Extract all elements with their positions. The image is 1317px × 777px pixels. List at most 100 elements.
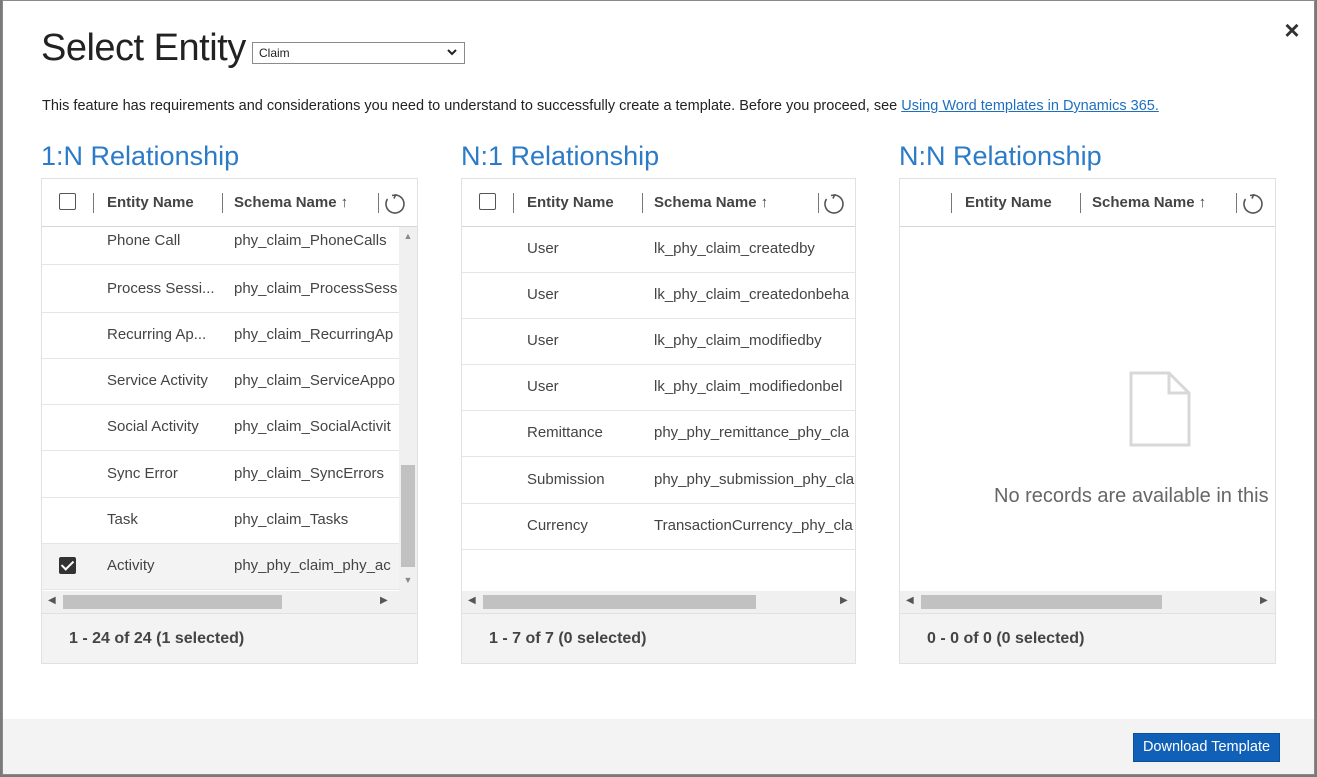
table-row[interactable]: Submission phy_phy_submission_phy_cla: [462, 458, 855, 504]
table-row[interactable]: Currency TransactionCurrency_phy_cla: [462, 504, 855, 550]
scroll-left-icon[interactable]: ◀: [48, 595, 56, 606]
horizontal-scrollbar[interactable]: ◀ ▶: [900, 591, 1275, 613]
schema-name-cell: phy_claim_Tasks: [234, 511, 349, 528]
column-divider: [642, 193, 643, 213]
sort-ascending-icon: ↑: [1198, 194, 1207, 211]
schema-name-cell: phy_claim_RecurringAp: [234, 326, 394, 343]
entity-name-cell: Sync Error: [107, 465, 178, 482]
schema-name-cell: lk_phy_claim_createdby: [654, 240, 815, 257]
chevron-down-icon: [446, 45, 458, 62]
table-row[interactable]: Activity phy_phy_claim_phy_ac: [42, 544, 399, 590]
record-count: 1 - 24 of 24 (1 selected): [69, 630, 245, 647]
table-row[interactable]: Remittance phy_phy_remittance_phy_cla: [462, 411, 855, 457]
grid-rows: Phone Call phy_claim_PhoneCalls Process Se…: [42, 227, 399, 591]
info-message: This feature has requirements and consid…: [42, 98, 902, 114]
scroll-left-icon[interactable]: ◀: [468, 595, 476, 606]
schema-name-header-label: Schema Name: [654, 194, 757, 211]
table-row[interactable]: Recurring Ap... phy_claim_RecurringAp: [42, 313, 399, 359]
panel-title: N:1 Relationship: [461, 141, 660, 171]
one-to-many-grid: Entity Name Schema Name ↑ Phone Call phy_c…: [41, 178, 418, 664]
grid-footer: 1 - 24 of 24 (1 selected): [42, 613, 417, 663]
table-row[interactable]: Service Activity phy_claim_ServiceAppo: [42, 359, 399, 405]
entity-name-cell: Submission: [527, 471, 605, 488]
entity-select[interactable]: Claim: [252, 42, 465, 64]
schema-name-cell: lk_phy_claim_modifiedby: [654, 332, 822, 349]
scrollbar-thumb[interactable]: [63, 595, 282, 609]
schema-name-header-label: Schema Name: [1092, 194, 1195, 211]
table-row[interactable]: User lk_phy_claim_modifiedonbel: [462, 365, 855, 411]
grid-header: Entity Name Schema Name ↑: [462, 179, 855, 227]
document-icon: [1129, 371, 1191, 447]
entity-name-cell: User: [527, 378, 559, 395]
scroll-right-icon[interactable]: ▶: [380, 595, 388, 606]
schema-name-header[interactable]: Schema Name ↑: [1092, 194, 1206, 211]
entity-name-cell: Currency: [527, 517, 588, 534]
entity-name-cell: User: [527, 332, 559, 349]
refresh-icon[interactable]: [384, 193, 406, 215]
table-row[interactable]: Social Activity phy_claim_SocialActivit: [42, 405, 399, 451]
scrollbar-thumb[interactable]: [483, 595, 756, 609]
horizontal-scrollbar[interactable]: ◀ ▶: [462, 591, 855, 613]
scroll-right-icon[interactable]: ▶: [840, 595, 848, 606]
entity-name-cell: Remittance: [527, 424, 603, 441]
many-to-many-panel: N:N Relationship Entity Name Schema Name…: [899, 141, 1276, 664]
close-icon[interactable]: ×: [1281, 17, 1303, 43]
refresh-icon[interactable]: [823, 193, 845, 215]
empty-message: No records are available in this: [994, 485, 1269, 507]
entity-name-header[interactable]: Entity Name: [527, 194, 614, 211]
column-divider: [1236, 193, 1237, 213]
scrollbar-thumb[interactable]: [921, 595, 1162, 609]
dialog-footer: Download Template: [3, 719, 1314, 774]
row-checkbox[interactable]: [59, 557, 76, 574]
schema-name-cell: phy_phy_claim_phy_ac: [234, 557, 391, 574]
select-all-checkbox[interactable]: [59, 193, 76, 210]
column-divider: [818, 193, 819, 213]
table-row[interactable]: User lk_phy_claim_createdby: [462, 227, 855, 273]
table-row[interactable]: Sync Error phy_claim_SyncErrors: [42, 452, 399, 498]
entity-name-cell: User: [527, 286, 559, 303]
panel-title: 1:N Relationship: [41, 141, 240, 171]
entity-name-header[interactable]: Entity Name: [965, 194, 1052, 211]
scroll-right-icon[interactable]: ▶: [1260, 595, 1268, 606]
info-text: This feature has requirements and consid…: [42, 98, 1159, 114]
record-count: 1 - 7 of 7 (0 selected): [489, 630, 647, 647]
table-row[interactable]: Process Sessi... phy_claim_ProcessSess: [42, 267, 399, 313]
dialog-title: Select Entity: [41, 27, 246, 69]
entity-name-header-label: Entity Name: [107, 194, 194, 211]
download-template-button[interactable]: Download Template: [1133, 733, 1280, 762]
table-row[interactable]: Task phy_claim_Tasks: [42, 498, 399, 544]
table-row[interactable]: Phone Call phy_claim_PhoneCalls: [42, 227, 399, 265]
scroll-up-icon[interactable]: ▲: [399, 231, 417, 241]
column-divider: [1080, 193, 1081, 213]
entity-name-cell: Service Activity: [107, 372, 208, 389]
schema-name-cell: phy_claim_ServiceAppo: [234, 372, 395, 389]
record-count: 0 - 0 of 0 (0 selected): [927, 630, 1085, 647]
entity-name-cell: Task: [107, 511, 138, 528]
schema-name-header[interactable]: Schema Name ↑: [654, 194, 768, 211]
scrollbar-thumb[interactable]: [401, 465, 415, 567]
scroll-left-icon[interactable]: ◀: [906, 595, 914, 606]
schema-name-header[interactable]: Schema Name ↑: [234, 194, 348, 211]
column-divider: [513, 193, 514, 213]
column-divider: [951, 193, 952, 213]
schema-name-cell: phy_claim_ProcessSess: [234, 280, 398, 297]
entity-name-header[interactable]: Entity Name: [107, 194, 194, 211]
many-to-one-grid: Entity Name Schema Name ↑ User lk_phy_clai…: [461, 178, 856, 664]
horizontal-scrollbar[interactable]: ◀ ▶: [42, 591, 417, 613]
entity-name-cell: Social Activity: [107, 418, 199, 435]
schema-name-cell: phy_claim_SyncErrors: [234, 465, 385, 482]
column-divider: [378, 193, 379, 213]
select-all-checkbox[interactable]: [479, 193, 496, 210]
vertical-scrollbar[interactable]: ▲ ▼: [399, 227, 417, 591]
schema-name-cell: phy_phy_remittance_phy_cla: [654, 424, 850, 441]
table-row[interactable]: User lk_phy_claim_createdonbeha: [462, 273, 855, 319]
schema-name-cell: phy_claim_PhoneCalls: [234, 232, 387, 249]
grid-footer: 1 - 7 of 7 (0 selected): [462, 613, 855, 663]
refresh-icon[interactable]: [1242, 193, 1264, 215]
schema-name-cell: lk_phy_claim_createdonbeha: [654, 286, 850, 303]
table-row[interactable]: User lk_phy_claim_modifiedby: [462, 319, 855, 365]
scroll-down-icon[interactable]: ▼: [399, 575, 417, 585]
select-entity-dialog: Select Entity Claim × This feature has r…: [2, 0, 1315, 775]
sort-ascending-icon: ↑: [760, 194, 769, 211]
word-templates-link[interactable]: Using Word templates in Dynamics 365.: [901, 98, 1159, 114]
